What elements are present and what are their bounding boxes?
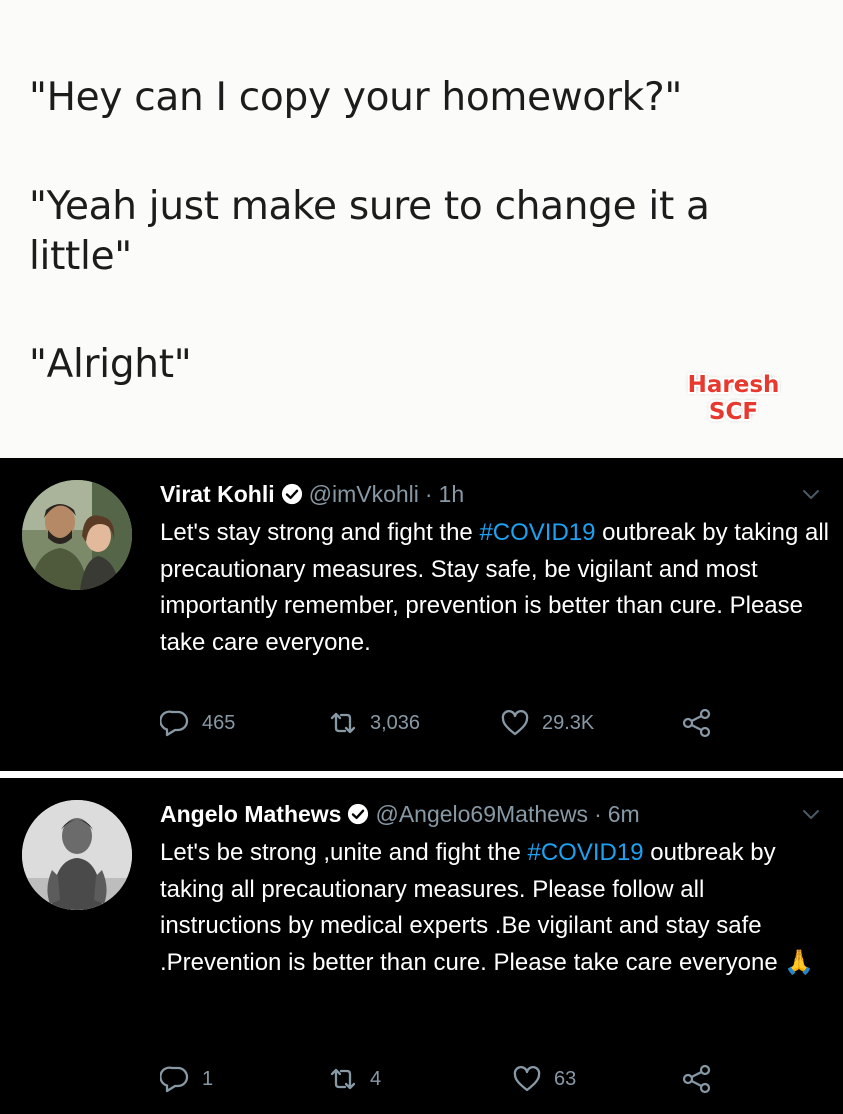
author-name[interactable]: Virat Kohli xyxy=(160,479,275,509)
retweet-button[interactable]: 3,036 xyxy=(328,708,420,738)
like-button[interactable]: 63 xyxy=(512,1064,576,1094)
retweet-button[interactable]: 4 xyxy=(328,1064,381,1094)
author-name[interactable]: Angelo Mathews xyxy=(160,799,341,829)
author-handle[interactable]: @imVkohli xyxy=(309,479,419,509)
heart-icon xyxy=(501,710,529,736)
meme-line-2: "Yeah just make sure to change it a xyxy=(29,184,710,229)
reply-icon xyxy=(160,1066,189,1093)
tweet-header: Angelo Mathews @Angelo69Mathews · 6m xyxy=(160,799,640,829)
avatar[interactable] xyxy=(22,480,132,590)
retweet-icon xyxy=(330,1068,356,1090)
share-button[interactable] xyxy=(682,708,724,738)
folded-hands-emoji: 🙏 xyxy=(784,948,815,976)
tweet-actions: 465 3,036 29.3K xyxy=(160,708,760,744)
reply-count: 1 xyxy=(202,1067,214,1090)
separator-dot: · xyxy=(424,481,433,507)
retweet-icon xyxy=(330,712,356,734)
retweet-count: 4 xyxy=(370,1067,382,1090)
reply-count: 465 xyxy=(202,711,236,734)
meme-line-1: "Hey can I copy your homework?" xyxy=(29,75,682,120)
chevron-down-icon[interactable] xyxy=(801,804,821,824)
verified-badge-icon xyxy=(348,803,369,825)
watermark-line-2: SCF xyxy=(708,399,759,425)
retweet-count: 3,036 xyxy=(370,711,421,734)
share-button[interactable] xyxy=(682,1064,724,1094)
tweet-header: Virat Kohli @imVkohli · 1h xyxy=(160,479,464,509)
chevron-down-icon[interactable] xyxy=(801,484,821,504)
hashtag-link[interactable]: #COVID19 xyxy=(479,519,595,546)
author-handle[interactable]: @Angelo69Mathews xyxy=(375,799,588,829)
tweet[interactable]: Angelo Mathews @Angelo69Mathews · 6m Let… xyxy=(0,778,843,1114)
tweet-text: Let's be strong ,unite and fight the #CO… xyxy=(160,839,815,976)
meme-line-4: "Alright" xyxy=(29,342,192,387)
tweet-actions: 1 4 63 xyxy=(160,1064,760,1100)
reply-icon xyxy=(160,710,189,737)
reply-button[interactable]: 465 xyxy=(160,708,235,738)
verified-badge-icon xyxy=(281,483,302,505)
meme-caption: "Hey can I copy your homework?" "Yeah ju… xyxy=(0,0,843,458)
watermark-line-1: Haresh xyxy=(687,372,780,398)
heart-icon xyxy=(513,1066,541,1092)
hashtag-link[interactable]: #COVID19 xyxy=(528,839,644,866)
share-icon xyxy=(682,1064,711,1094)
like-count: 63 xyxy=(554,1067,577,1090)
like-button[interactable]: 29.3K xyxy=(500,708,594,738)
tweet-text: Let's stay strong and fight the #COVID19… xyxy=(160,519,829,656)
tweet-time[interactable]: 1h xyxy=(439,479,465,509)
tweet-time[interactable]: 6m xyxy=(608,799,640,829)
meme-line-3: little" xyxy=(29,234,132,279)
tweet-divider xyxy=(0,771,843,778)
separator-dot: · xyxy=(594,801,602,827)
share-icon xyxy=(682,708,711,738)
tweet[interactable]: Virat Kohli @imVkohli · 1h Let's stay st… xyxy=(0,458,843,771)
like-count: 29.3K xyxy=(542,711,595,734)
avatar[interactable] xyxy=(22,800,132,910)
reply-button[interactable]: 1 xyxy=(160,1064,213,1094)
